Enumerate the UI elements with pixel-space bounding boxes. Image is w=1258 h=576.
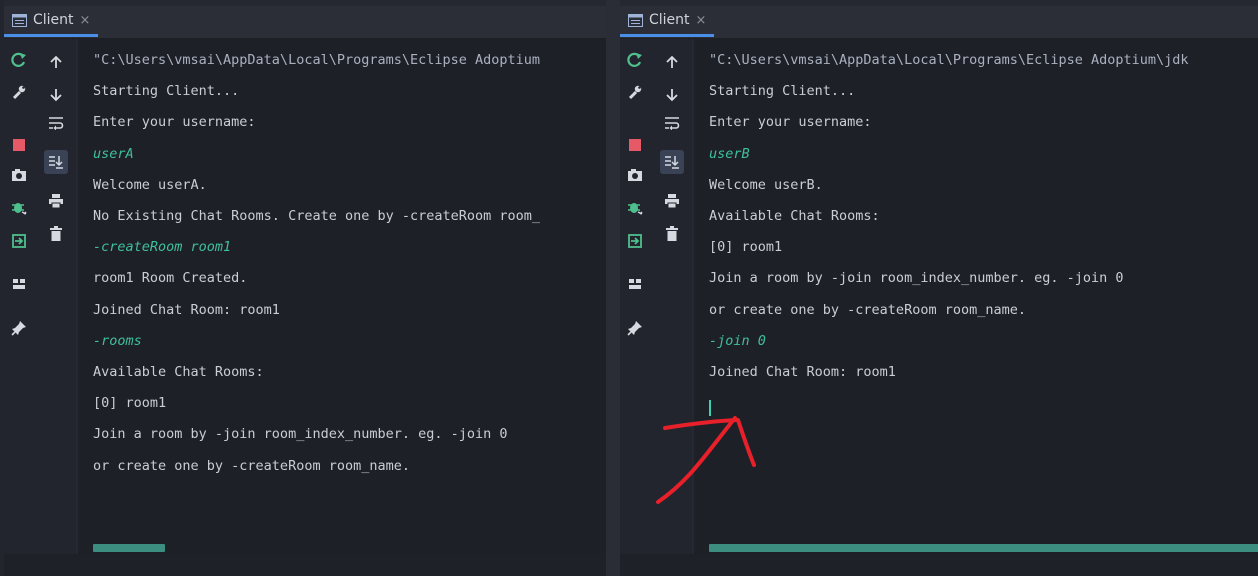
pin-icon[interactable] (7, 316, 31, 340)
console-input-line: -join 0 (709, 332, 766, 349)
stop-icon[interactable] (623, 133, 647, 157)
exit-icon[interactable] (623, 229, 647, 253)
console-output-line: Available Chat Rooms: (709, 208, 880, 224)
camera-icon[interactable] (7, 163, 31, 187)
console-output-line: Joined Chat Room: room1 (93, 301, 280, 318)
console-output-line: or create one by -createRoom room_name. (709, 301, 1026, 318)
rerun-icon[interactable] (623, 48, 647, 72)
console-toolbar-left (4, 39, 76, 576)
console-output-line: room1 Room Created. (93, 270, 248, 287)
status-strip-right (620, 554, 1258, 576)
console-input-line: -createRoom room1 (93, 239, 232, 256)
tab-client-left[interactable]: Client × (4, 6, 99, 37)
console-icon (628, 13, 643, 27)
console-output-line: Joined Chat Room: room1 (709, 364, 896, 380)
console-output-line: Welcome userA. (93, 176, 207, 193)
console-input-line: userA (93, 145, 134, 162)
scroll-to-end-icon[interactable] (44, 150, 68, 174)
up-arrow-icon[interactable] (660, 50, 684, 74)
console-output-line: Starting Client... (93, 83, 240, 100)
ide-window: Client × "C:\Users\vmsai\AppData\Local\P… (0, 0, 1258, 576)
console-output-right[interactable]: "C:\Users\vmsai\AppData\Local\Programs\E… (694, 39, 1258, 576)
console-output-line: "C:\Users\vmsai\AppData\Local\Programs\E… (709, 52, 1189, 68)
tab-client-right[interactable]: Client × (620, 6, 715, 37)
console-output-line: "C:\Users\vmsai\AppData\Local\Programs\E… (93, 52, 541, 68)
run-panel-left: Client × "C:\Users\vmsai\AppData\Local\P… (4, 0, 606, 576)
tab-bar-right: Client × (620, 6, 1258, 39)
console-output-line: Available Chat Rooms: (93, 364, 264, 380)
tab-label: Client (33, 12, 74, 28)
console-output-line: Join a room by -join room_index_number. … (93, 426, 508, 443)
exit-icon[interactable] (7, 229, 31, 253)
console-output-line: Join a room by -join room_index_number. … (709, 270, 1124, 287)
up-arrow-icon[interactable] (44, 50, 68, 74)
print-icon[interactable] (44, 189, 68, 213)
close-icon[interactable]: × (80, 13, 91, 28)
horizontal-scrollbar[interactable] (93, 544, 165, 552)
console-icon (12, 13, 27, 27)
layout-icon[interactable] (623, 272, 647, 296)
tab-label: Client (649, 12, 690, 28)
debug-bug-icon[interactable] (7, 195, 31, 219)
text-cursor (709, 400, 711, 416)
console-output-line: Enter your username: (93, 114, 256, 131)
settings-wrench-icon[interactable] (7, 80, 31, 104)
tab-bar-left: Client × (4, 6, 606, 39)
console-toolbar-right (620, 39, 692, 576)
down-arrow-icon[interactable] (44, 83, 68, 107)
console-output-line: or create one by -createRoom room_name. (93, 457, 410, 474)
console-output-line: [0] room1 (709, 239, 783, 256)
layout-icon[interactable] (7, 272, 31, 296)
console-input-line: userB (709, 145, 750, 162)
console-output-line: Starting Client... (709, 83, 856, 100)
print-icon[interactable] (660, 189, 684, 213)
camera-icon[interactable] (623, 163, 647, 187)
run-panel-right: Client × "C:\Users\vmsai\AppData\Local\P… (620, 0, 1258, 576)
stop-icon[interactable] (7, 133, 31, 157)
settings-wrench-icon[interactable] (623, 80, 647, 104)
horizontal-scrollbar[interactable] (709, 544, 1258, 552)
debug-bug-icon[interactable] (623, 195, 647, 219)
console-output-line: No Existing Chat Rooms. Create one by -c… (93, 208, 541, 224)
console-output-line: Enter your username: (709, 114, 872, 131)
console-output-line: [0] room1 (93, 395, 167, 412)
trash-icon[interactable] (660, 222, 684, 246)
close-icon[interactable]: × (696, 13, 707, 28)
trash-icon[interactable] (44, 222, 68, 246)
status-strip-left (4, 554, 606, 576)
scroll-to-end-icon[interactable] (660, 150, 684, 174)
pin-icon[interactable] (623, 316, 647, 340)
soft-wrap-icon[interactable] (44, 111, 68, 135)
panel-divider[interactable] (606, 0, 620, 576)
down-arrow-icon[interactable] (660, 83, 684, 107)
console-input-line: -rooms (93, 332, 142, 349)
console-output-line: Welcome userB. (709, 176, 823, 193)
console-output-left[interactable]: "C:\Users\vmsai\AppData\Local\Programs\E… (78, 39, 606, 576)
rerun-icon[interactable] (7, 48, 31, 72)
soft-wrap-icon[interactable] (660, 111, 684, 135)
